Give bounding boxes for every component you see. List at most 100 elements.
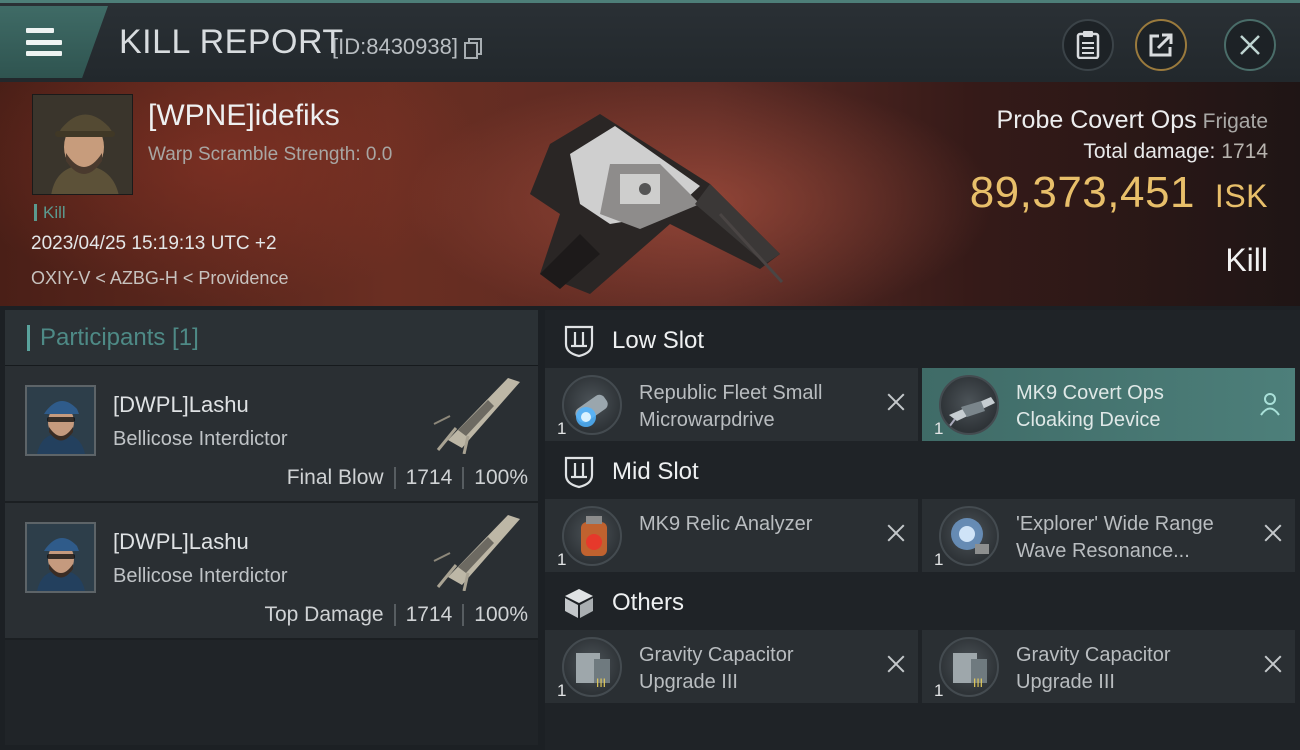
kill-tag: Kill [34, 204, 66, 221]
mid-slot-label: Mid Slot [612, 458, 699, 485]
participant-ship-icon [433, 515, 520, 591]
close-icon[interactable] [886, 392, 906, 412]
participant-row[interactable]: [DWPL]Lashu Bellicose Interdictor Top Da… [5, 503, 538, 640]
participants-header[interactable]: Participants [1] [5, 310, 538, 366]
module-microwarpdrive[interactable]: 1 Republic Fleet Small Microwarpdrive [545, 368, 918, 441]
divider [462, 604, 465, 626]
module-name: MK9 Covert Ops Cloaking Device [1016, 382, 1164, 431]
share-icon [1149, 33, 1173, 57]
report-id: [ID:8430938] [332, 34, 482, 60]
close-icon[interactable] [1263, 654, 1283, 674]
participant-name: [DWPL]Lashu [113, 392, 249, 417]
clipboard-button[interactable] [1062, 19, 1114, 71]
divider [393, 604, 396, 626]
participant-role: Top Damage [264, 603, 384, 626]
top-bar: KILL REPORT [ID:8430938] [0, 0, 1300, 82]
module-name: Gravity Capacitor Upgrade III [1016, 644, 1171, 693]
scanner-icon [939, 506, 999, 566]
module-name: 'Explorer' Wide Range Wave Resonance... [1016, 513, 1214, 562]
kill-location: OXIY-V < AZBG-H < Providence [31, 268, 289, 288]
victim-ship[interactable]: Probe Covert Ops Frigate [997, 106, 1268, 135]
cloaking-device-icon [939, 375, 999, 435]
participant-stats: Final Blow 1714 100% [287, 466, 528, 490]
participant-row[interactable]: [DWPL]Lashu Bellicose Interdictor Final … [5, 366, 538, 503]
participant-percent: 100% [474, 603, 528, 626]
isk-amount: 89,373,451 [969, 168, 1195, 217]
others-label: Others [612, 589, 685, 616]
total-damage-value: 1714 [1221, 140, 1268, 163]
low-slot-header: Low Slot [545, 314, 1300, 368]
module-rig[interactable]: III 1 Gravity Capacitor Upgrade III [922, 630, 1295, 703]
kill-datetime: 2023/04/25 15:19:13 UTC +2 [31, 233, 277, 254]
participant-stats: Top Damage 1714 100% [264, 603, 528, 627]
total-damage: Total damage: 1714 [1083, 140, 1268, 164]
participant-damage: 1714 [405, 466, 453, 489]
participant-damage: 1714 [405, 603, 453, 626]
victim-portrait[interactable] [32, 94, 133, 195]
close-icon[interactable] [886, 654, 906, 674]
pilot-avatar-icon [27, 524, 94, 591]
module-quantity: 1 [557, 419, 567, 438]
victim-ship-render [530, 114, 784, 294]
divider [462, 467, 465, 489]
copy-icon[interactable] [463, 38, 482, 59]
close-button[interactable] [1224, 19, 1276, 71]
participant-ship-icon [433, 378, 520, 454]
participant-name: [DWPL]Lashu [113, 529, 249, 554]
relic-analyzer-icon [562, 506, 622, 566]
total-damage-label: Total damage: [1083, 140, 1216, 163]
low-slot-label: Low Slot [612, 327, 705, 354]
report-id-text: [ID:8430938] [332, 34, 458, 59]
participant-avatar [25, 522, 96, 593]
microwarpdrive-icon [562, 375, 622, 435]
participant-avatar [25, 385, 96, 456]
module-quantity: 1 [934, 681, 944, 700]
module-rig[interactable]: III 1 Gravity Capacitor Upgrade III [545, 630, 918, 703]
svg-text:III: III [596, 676, 606, 690]
participant-ship: Bellicose Interdictor [113, 565, 288, 587]
close-icon [1240, 35, 1260, 55]
svg-text:III: III [973, 676, 983, 690]
module-scanner[interactable]: 1 'Explorer' Wide Range Wave Resonance..… [922, 499, 1295, 572]
ship-class: Frigate [1202, 110, 1268, 133]
fitting-panel: Low Slot 1 Republic Fleet Small Microwar… [545, 310, 1300, 750]
close-icon[interactable] [886, 523, 906, 543]
module-name: MK9 Relic Analyzer [639, 513, 813, 535]
module-quantity: 1 [557, 681, 567, 700]
warp-scramble-strength: Warp Scramble Strength: 0.0 [148, 144, 393, 165]
others-header: Others [545, 576, 1300, 630]
module-quantity: 1 [557, 550, 567, 569]
kill-result: Kill [1225, 242, 1268, 278]
hamburger-icon [26, 28, 62, 56]
cube-icon [562, 586, 596, 620]
participant-ship: Bellicose Interdictor [113, 428, 288, 450]
rig-icon: III [939, 637, 999, 697]
participants-panel: Participants [1] [DWPL]Lashu Bellicose I… [5, 310, 538, 745]
low-slot-icon [562, 324, 596, 358]
clipboard-icon [1076, 31, 1100, 59]
participant-role: Final Blow [286, 466, 384, 489]
ship-name: Probe Covert Ops [996, 106, 1197, 134]
rig-icon: III [562, 637, 622, 697]
module-quantity: 1 [934, 419, 944, 438]
mid-slot-icon [562, 455, 596, 489]
close-icon[interactable] [1263, 523, 1283, 543]
victim-pilot-name[interactable]: [WPNE]idefiks [148, 99, 340, 133]
pilot-avatar-icon [27, 387, 94, 454]
participant-percent: 100% [474, 466, 528, 489]
pilot-avatar-icon [33, 95, 132, 194]
menu-button[interactable] [0, 6, 108, 78]
module-relic-analyzer[interactable]: 1 MK9 Relic Analyzer [545, 499, 918, 572]
module-name: Republic Fleet Small Microwarpdrive [639, 382, 823, 431]
module-cloaking-device[interactable]: 1 MK9 Covert Ops Cloaking Device [922, 368, 1295, 441]
page-title: KILL REPORT [119, 23, 344, 61]
module-name: Gravity Capacitor Upgrade III [639, 644, 794, 693]
share-button[interactable] [1135, 19, 1187, 71]
victim-banner: [WPNE]idefiks Warp Scramble Strength: 0.… [0, 82, 1300, 306]
isk-value: 89,373,451 ISK [970, 168, 1268, 218]
divider [393, 467, 396, 489]
module-quantity: 1 [934, 550, 944, 569]
person-icon [1260, 393, 1280, 416]
isk-unit: ISK [1214, 178, 1268, 214]
mid-slot-header: Mid Slot [545, 445, 1300, 499]
